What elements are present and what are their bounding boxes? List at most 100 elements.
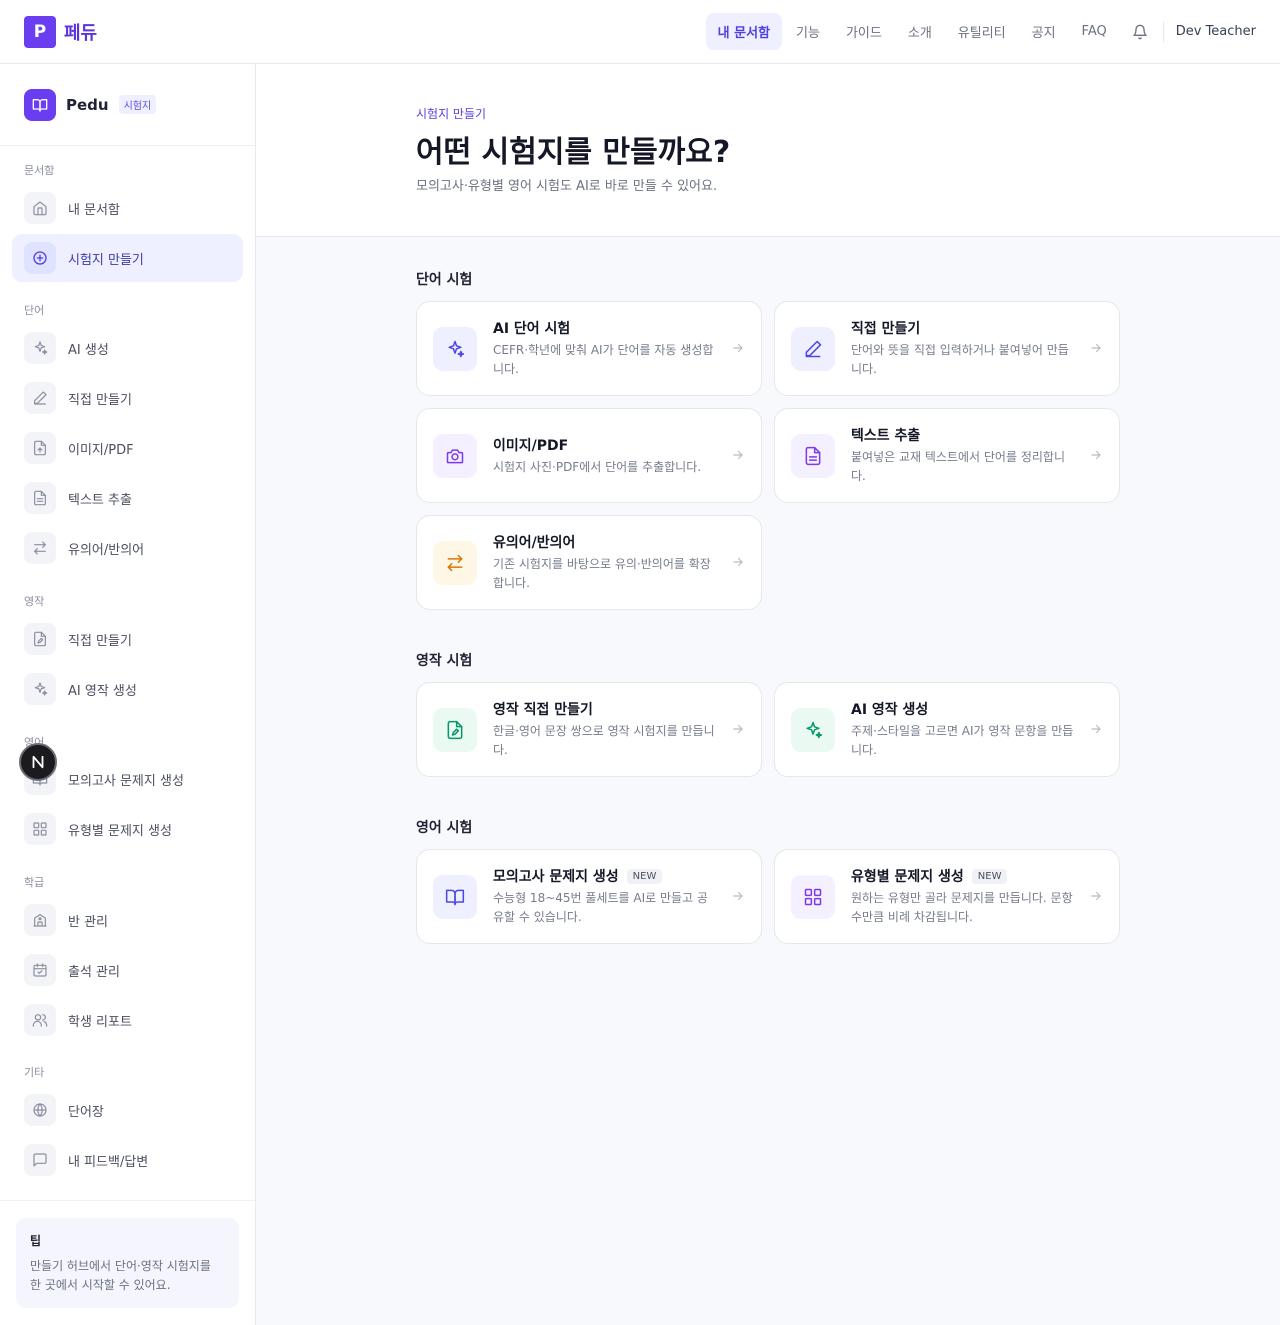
new-badge: NEW — [626, 868, 663, 884]
camera-icon — [433, 434, 477, 478]
tip-box: 팁 만들기 허브에서 단어·영작 시험지를 한 곳에서 시작할 수 있어요. — [16, 1218, 239, 1308]
sidebar-item-label: 직접 만들기 — [68, 633, 132, 649]
arrow-right-icon — [731, 889, 745, 903]
grid-icon — [24, 813, 56, 845]
page-title: 어떤 시험지를 만들까요? — [416, 135, 731, 170]
arrow-right-icon — [1089, 889, 1103, 903]
school-icon — [24, 904, 56, 936]
brand-logo: P — [24, 15, 56, 48]
nav-link-guide[interactable]: 가이드 — [834, 13, 894, 50]
sidebar-item-attendance[interactable]: 출석 관리 — [12, 946, 243, 994]
sidebar-item-create-exam[interactable]: 시험지 만들기 — [12, 234, 243, 282]
sidebar-item-image-pdf[interactable]: 이미지/PDF — [12, 424, 243, 472]
sidebar-item-student-report[interactable]: 학생 리포트 — [12, 996, 243, 1044]
card-desc: CEFR·학년에 맞춰 AI가 단어를 자동 생성합니다. — [493, 343, 714, 376]
swap-icon — [433, 541, 477, 585]
sidebar-item-text-extract[interactable]: 텍스트 추출 — [12, 474, 243, 522]
nav-link-my-docs[interactable]: 내 문서함 — [705, 13, 783, 50]
card-desc: 기존 시험지를 바탕으로 유의·반의어를 확장합니다. — [493, 557, 711, 590]
card-title: 모의고사 문제지 생성 NEW — [493, 866, 717, 886]
card-manual-word[interactable]: 직접 만들기단어와 뜻을 직접 입력하거나 붙여넣어 만듭니다. — [774, 301, 1120, 396]
sidebar-item-manual-writing[interactable]: 직접 만들기 — [12, 615, 243, 663]
card-image-pdf[interactable]: 이미지/PDF 시험지 사진·PDF에서 단어를 추출합니다. — [416, 408, 762, 503]
calendar-check-icon — [24, 954, 56, 986]
card-mock-exam[interactable]: 모의고사 문제지 생성 NEW 수능형 18~45번 풀세트를 AI로 만들고 공… — [416, 849, 762, 944]
sparkles-icon — [24, 673, 56, 705]
sidebar-item-ai-generate[interactable]: AI 생성 — [12, 324, 243, 372]
card-title: 텍스트 추출 — [851, 428, 921, 444]
sidebar-item-synonyms[interactable]: 유의어/반의어 — [12, 524, 243, 572]
sidebar-item-label: 반 관리 — [68, 914, 109, 930]
sidebar-footer: 팁 만들기 허브에서 단어·영작 시험지를 한 곳에서 시작할 수 있어요. — [0, 1200, 255, 1325]
file-text-icon — [24, 482, 56, 514]
card-synonyms[interactable]: 유의어/반의어기존 시험지를 바탕으로 유의·반의어를 확장합니다. — [416, 515, 762, 610]
sidebar-item-my-docs[interactable]: 내 문서함 — [12, 184, 243, 232]
sidebar-item-ai-writing[interactable]: AI 영작 생성 — [12, 665, 243, 713]
sidebar-brand[interactable]: Pedu 시험지 — [0, 64, 255, 146]
home-icon — [24, 192, 56, 224]
sidebar-item-feedback[interactable]: 내 피드백/답변 — [12, 1136, 243, 1184]
card-type-exam[interactable]: 유형별 문제지 생성 NEW 원하는 유형만 골라 문제지를 만듭니다. 문항 수… — [774, 849, 1120, 944]
section-title-english: 영어 시험 — [416, 820, 473, 836]
nav-link-faq[interactable]: FAQ — [1070, 15, 1119, 48]
card-title: AI 영작 생성 — [851, 702, 929, 718]
card-desc: 원하는 유형만 골라 문제지를 만듭니다. 문항 수만큼 비례 차감됩니다. — [851, 891, 1073, 924]
bell-icon[interactable] — [1125, 17, 1155, 47]
arrow-right-icon — [1089, 722, 1103, 736]
card-title: AI 단어 시험 — [493, 321, 571, 337]
sidebar-item-wordbook[interactable]: 단어장 — [12, 1086, 243, 1134]
nav-links: 내 문서함 기능 가이드 소개 유틸리티 공지 FAQ Dev Teacher — [705, 13, 1256, 50]
card-title-text: 유형별 문제지 생성 — [851, 869, 964, 885]
tip-title: 팁 — [30, 1234, 42, 1248]
card-desc: 시험지 사진·PDF에서 단어를 추출합니다. — [493, 459, 702, 474]
card-title: 이미지/PDF — [493, 437, 569, 454]
card-ai-word-test[interactable]: AI 단어 시험 CEFR·학년에 맞춰 AI가 단어를 자동 생성합니다. — [416, 301, 762, 396]
tip-body: 만들기 허브에서 단어·영작 시험지를 한 곳에서 시작할 수 있어요. — [30, 1259, 211, 1292]
brand-home-link[interactable]: P 페듀 — [24, 15, 97, 48]
file-upload-icon — [24, 432, 56, 464]
card-title: 유형별 문제지 생성 NEW — [851, 866, 1075, 886]
globe-icon — [24, 1094, 56, 1126]
pencil-icon — [24, 382, 56, 414]
sidebar-section-docs: 문서함 — [24, 164, 55, 177]
sidebar-section-word: 단어 — [24, 304, 45, 317]
card-text-extract[interactable]: 텍스트 추출 붙여넣은 교재 텍스트에서 단어를 정리합니다. — [774, 408, 1120, 503]
floating-n-icon[interactable] — [19, 743, 57, 781]
nav-divider — [1162, 21, 1164, 42]
nav-link-about[interactable]: 소개 — [896, 13, 944, 50]
sidebar-item-label: AI 생성 — [68, 342, 109, 358]
sidebar-item-label: 유의어/반의어 — [68, 542, 145, 558]
swap-icon — [24, 532, 56, 564]
file-edit-icon — [24, 623, 56, 655]
sidebar-item-label: 텍스트 추출 — [68, 492, 132, 508]
section-title-word: 단어 시험 — [416, 272, 473, 288]
sidebar-item-type-exam[interactable]: 유형별 문제지 생성 — [12, 805, 243, 853]
sidebar-item-label: 내 문서함 — [68, 202, 120, 218]
sidebar-item-label: 출석 관리 — [68, 964, 120, 980]
sidebar-item-label: 이미지/PDF — [68, 442, 134, 458]
top-nav: P 페듀 내 문서함 기능 가이드 소개 유틸리티 공지 FAQ Dev Tea… — [0, 0, 1280, 64]
sidebar-item-manual-word[interactable]: 직접 만들기 — [12, 374, 243, 422]
card-title-text: 모의고사 문제지 생성 — [493, 869, 619, 885]
card-ai-writing[interactable]: AI 영작 생성 주제·스타일을 고르면 AI가 영작 문항을 만듭니다. — [774, 682, 1120, 777]
nav-link-utility[interactable]: 유틸리티 — [946, 13, 1018, 50]
sparkles-icon — [24, 332, 56, 364]
page-header: 시험지 만들기 어떤 시험지를 만들까요? 모의고사·유형별 영어 시험도 AI… — [256, 64, 1280, 237]
book-open-icon — [24, 88, 56, 121]
pencil-icon — [791, 327, 835, 371]
user-menu[interactable]: Dev Teacher — [1176, 24, 1256, 39]
sidebar-section-writing: 영작 — [24, 595, 45, 608]
card-desc: 단어와 뜻을 직접 입력하거나 붙여넣어 만듭니다. — [851, 343, 1069, 376]
new-badge: NEW — [971, 868, 1008, 884]
arrow-right-icon — [731, 448, 745, 462]
sidebar-item-label: 유형별 문제지 생성 — [68, 823, 172, 839]
sidebar-brand-name: Pedu — [66, 95, 109, 114]
arrow-right-icon — [1089, 448, 1103, 462]
card-title: 유의어/반의어 — [493, 535, 576, 551]
page-subtitle: 모의고사·유형별 영어 시험도 AI로 바로 만들 수 있어요. — [416, 179, 718, 194]
nav-link-features[interactable]: 기능 — [784, 13, 832, 50]
card-title: 직접 만들기 — [851, 321, 921, 337]
nav-link-notice[interactable]: 공지 — [1020, 13, 1068, 50]
card-manual-writing[interactable]: 영작 직접 만들기 한글·영어 문장 쌍으로 영작 시험지를 만듭니다. — [416, 682, 762, 777]
sidebar-item-class-manage[interactable]: 반 관리 — [12, 896, 243, 944]
